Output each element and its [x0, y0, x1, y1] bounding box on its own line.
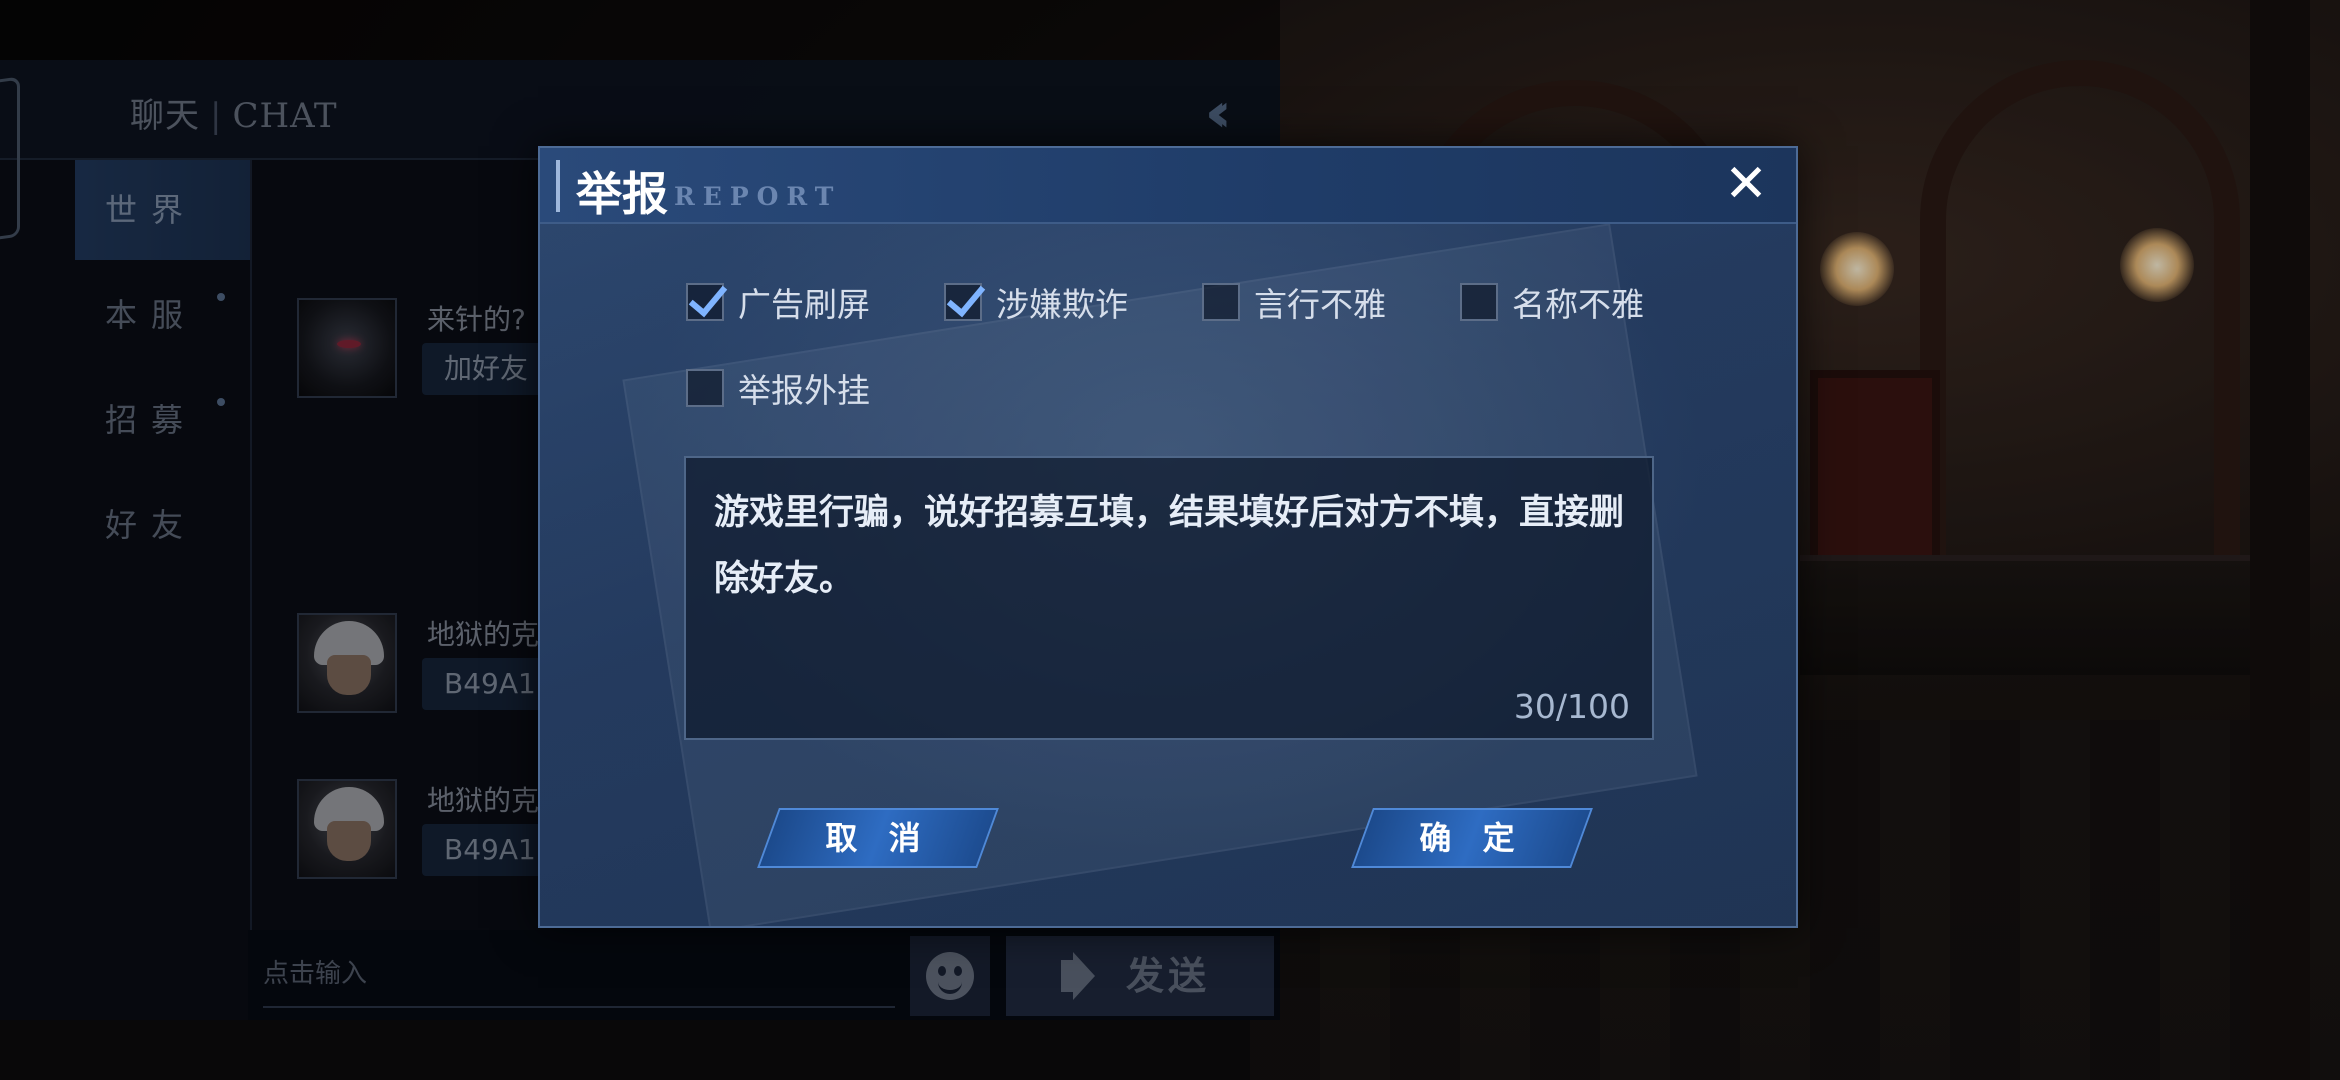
- message-bubble[interactable]: 加好友: [422, 343, 551, 395]
- chat-input-bar: 发送: [248, 930, 1280, 1020]
- report-reason-textarea[interactable]: 游戏里行骗，说好招募互填，结果填好后对方不填，直接删除好友。 30/100: [684, 456, 1654, 740]
- option-cheat[interactable]: 举报外挂: [686, 366, 870, 410]
- nav-label: 本服: [105, 296, 198, 334]
- notification-dot: [217, 293, 225, 301]
- send-label: 发送: [1126, 954, 1211, 998]
- send-button[interactable]: 发送: [1006, 936, 1274, 1016]
- nav-label: 世界: [105, 191, 198, 229]
- dialog-title: 举报: [576, 167, 668, 221]
- dialog-subtitle: REPORT: [674, 182, 842, 211]
- chat-title-en: CHAT: [232, 96, 338, 136]
- option-ad-spam[interactable]: 广告刷屏: [686, 280, 870, 324]
- option-rude-behavior[interactable]: 言行不雅: [1202, 280, 1386, 324]
- demon-avatar[interactable]: [297, 298, 397, 398]
- option-label: 言行不雅: [1254, 285, 1386, 324]
- silver-hair-avatar[interactable]: [297, 779, 397, 879]
- sender-name: 地狱的克: [427, 784, 540, 817]
- emoji-icon: [926, 952, 974, 1000]
- option-label: 涉嫌欺诈: [996, 285, 1128, 324]
- nav-item-recruit[interactable]: 招募: [75, 370, 250, 470]
- nav-item-world[interactable]: 世界: [75, 160, 250, 260]
- report-dialog: 举报 REPORT ✕ 广告刷屏 涉嫌欺诈 言行不雅 名称不雅 举报外挂 游戏里…: [538, 146, 1798, 928]
- char-counter: 30/100: [1513, 687, 1630, 726]
- speaker-icon: [1061, 960, 1075, 992]
- sender-name: 地狱的克: [427, 618, 540, 651]
- option-label: 举报外挂: [738, 371, 870, 410]
- emoji-button[interactable]: [910, 936, 990, 1016]
- notification-dot: [217, 398, 225, 406]
- collapse-chevron-icon[interactable]: ‹‹: [1205, 86, 1231, 140]
- chat-title-cn: 聊天: [130, 96, 200, 136]
- chat-title: 聊天 | CHAT: [130, 96, 338, 136]
- chat-header: 聊天 | CHAT ‹‹: [0, 60, 1280, 244]
- option-label: 广告刷屏: [738, 285, 870, 324]
- option-rude-name[interactable]: 名称不雅: [1460, 280, 1644, 324]
- checkbox[interactable]: [1460, 283, 1498, 321]
- checkbox[interactable]: [1202, 283, 1240, 321]
- nav-item-friends[interactable]: 好友: [75, 475, 250, 575]
- checkbox[interactable]: [686, 283, 724, 321]
- checkbox[interactable]: [944, 283, 982, 321]
- confirm-label: 确 定: [1419, 819, 1525, 857]
- nav-label: 招募: [105, 401, 198, 439]
- silver-hair-avatar[interactable]: [297, 613, 397, 713]
- option-label: 名称不雅: [1512, 285, 1644, 324]
- chat-input[interactable]: [263, 942, 895, 1008]
- reason-text: 游戏里行骗，说好招募互填，结果填好后对方不填，直接删除好友。: [714, 493, 1625, 599]
- confirm-button[interactable]: 确 定: [1351, 808, 1593, 868]
- option-fraud[interactable]: 涉嫌欺诈: [944, 280, 1128, 324]
- cancel-label: 取 消: [825, 819, 931, 857]
- close-icon[interactable]: ✕: [1718, 156, 1774, 212]
- chat-channel-nav: 世界 本服 招募 好友: [75, 160, 250, 1020]
- dialog-header: 举报 REPORT ✕: [540, 148, 1796, 224]
- nav-item-server[interactable]: 本服: [75, 265, 250, 365]
- panel-corner-decoration: [0, 76, 20, 244]
- cancel-button[interactable]: 取 消: [757, 808, 999, 868]
- sender-name: 来针的?: [427, 303, 526, 336]
- nav-label: 好友: [105, 506, 198, 544]
- checkbox[interactable]: [686, 369, 724, 407]
